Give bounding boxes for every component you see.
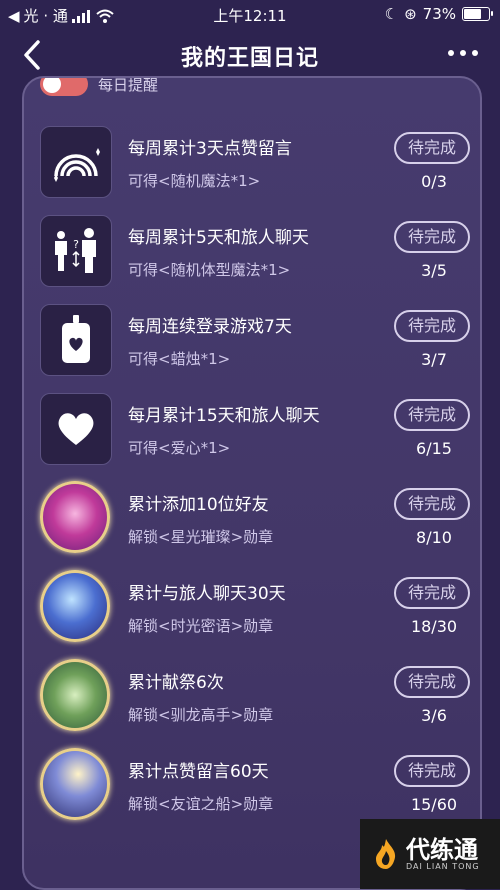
task-title: 累计献祭6次 bbox=[128, 673, 224, 693]
rotation-lock-icon: ⊛ bbox=[404, 5, 417, 23]
status-bar: ◀ 光 · 通 上午12:11 ☾ ⊛ 73% bbox=[0, 0, 500, 28]
starlight-medal-icon bbox=[40, 481, 110, 553]
task-row: 每月累计15天和旅人聊天 可得<爱心*1> 待完成 6/15 bbox=[40, 393, 470, 465]
task-reward: 解锁<时光密语>勋章 bbox=[128, 617, 274, 635]
watermark-logo: 代练通 DAI LIAN TONG bbox=[360, 819, 500, 889]
task-row: 每周累计3天点赞留言 可得<随机魔法*1> 待完成 0/3 bbox=[40, 126, 470, 198]
task-progress: 18/30 bbox=[410, 617, 458, 636]
watermark-subtext: DAI LIAN TONG bbox=[406, 861, 480, 871]
task-title: 累计点赞留言60天 bbox=[128, 762, 269, 782]
whisper-medal-icon bbox=[40, 570, 110, 642]
task-title: 累计与旅人聊天30天 bbox=[128, 584, 286, 604]
pending-button[interactable]: 待完成 bbox=[394, 310, 470, 342]
rainbow-icon bbox=[40, 126, 112, 198]
task-row: 累计献祭6次 解锁<驯龙高手>勋章 待完成 3/6 bbox=[40, 659, 470, 732]
travelers-icon: ? bbox=[40, 215, 112, 287]
task-title: 每周连续登录游戏7天 bbox=[128, 317, 292, 337]
reminder-toggle[interactable] bbox=[40, 78, 88, 96]
task-title: 每周累计5天和旅人聊天 bbox=[128, 228, 309, 248]
task-reward: 解锁<友谊之船>勋章 bbox=[128, 795, 274, 813]
pending-button[interactable]: 待完成 bbox=[394, 221, 470, 253]
pending-button[interactable]: 待完成 bbox=[394, 577, 470, 609]
task-title: 每周累计3天点赞留言 bbox=[128, 139, 292, 159]
task-title: 累计添加10位好友 bbox=[128, 495, 269, 515]
page-title: 我的王国日记 bbox=[180, 46, 319, 71]
pending-button[interactable]: 待完成 bbox=[394, 132, 470, 164]
task-title: 每月累计15天和旅人聊天 bbox=[128, 406, 320, 426]
watermark-text: 代练通 bbox=[406, 835, 478, 864]
candle-icon bbox=[40, 304, 112, 376]
flame-logo-icon bbox=[376, 839, 396, 869]
task-progress: 6/15 bbox=[416, 439, 452, 458]
task-row: 累计添加10位好友 解锁<星光璀璨>勋章 待完成 8/10 bbox=[40, 481, 470, 554]
task-progress: 3/6 bbox=[421, 706, 447, 725]
moon-icon: ☾ bbox=[384, 5, 399, 23]
ship-medal-icon bbox=[40, 748, 110, 820]
battery-icon bbox=[462, 7, 493, 21]
task-progress: 3/7 bbox=[421, 350, 447, 369]
task-row: 每周连续登录游戏7天 可得<蜡烛*1> 待完成 3/7 bbox=[40, 304, 470, 376]
more-options-icon[interactable] bbox=[448, 50, 478, 56]
reminder-label: 每日提醒 bbox=[98, 76, 159, 94]
task-reward: 可得<蜡烛*1> bbox=[128, 350, 231, 368]
pending-button[interactable]: 待完成 bbox=[394, 666, 470, 698]
task-progress: 0/3 bbox=[421, 172, 447, 191]
heart-icon bbox=[40, 393, 112, 465]
task-reward: 可得<爱心*1> bbox=[128, 439, 231, 457]
svg-text:?: ? bbox=[73, 238, 79, 251]
pending-button[interactable]: 待完成 bbox=[394, 755, 470, 787]
task-reward: 解锁<星光璀璨>勋章 bbox=[128, 528, 274, 546]
task-progress: 3/5 bbox=[421, 261, 447, 280]
pending-button[interactable]: 待完成 bbox=[394, 399, 470, 431]
task-reward: 解锁<驯龙高手>勋章 bbox=[128, 706, 274, 724]
task-progress: 15/60 bbox=[410, 795, 458, 814]
status-right: ☾ ⊛ 73% bbox=[384, 5, 493, 23]
daily-reminder-row: 每日提醒 bbox=[40, 76, 159, 96]
task-reward: 可得<随机体型魔法*1> bbox=[128, 261, 291, 279]
task-row: 累计与旅人聊天30天 解锁<时光密语>勋章 待完成 18/30 bbox=[40, 570, 470, 643]
dragon-medal-icon bbox=[40, 659, 110, 731]
pending-button[interactable]: 待完成 bbox=[394, 488, 470, 520]
task-row: 累计点赞留言60天 解锁<友谊之船>勋章 待完成 15/60 bbox=[40, 748, 470, 821]
battery-percent: 73% bbox=[422, 5, 456, 23]
task-row: ? 每周累计5天和旅人聊天 可得<随机体型魔法*1> 待完成 3/5 bbox=[40, 215, 470, 287]
task-progress: 8/10 bbox=[416, 528, 452, 547]
task-reward: 可得<随机魔法*1> bbox=[128, 172, 261, 190]
task-panel: 每日提醒 每周累计3天点赞留言 可得<随机魔法*1> 待完成 0/3 ? 每周累… bbox=[22, 76, 482, 890]
